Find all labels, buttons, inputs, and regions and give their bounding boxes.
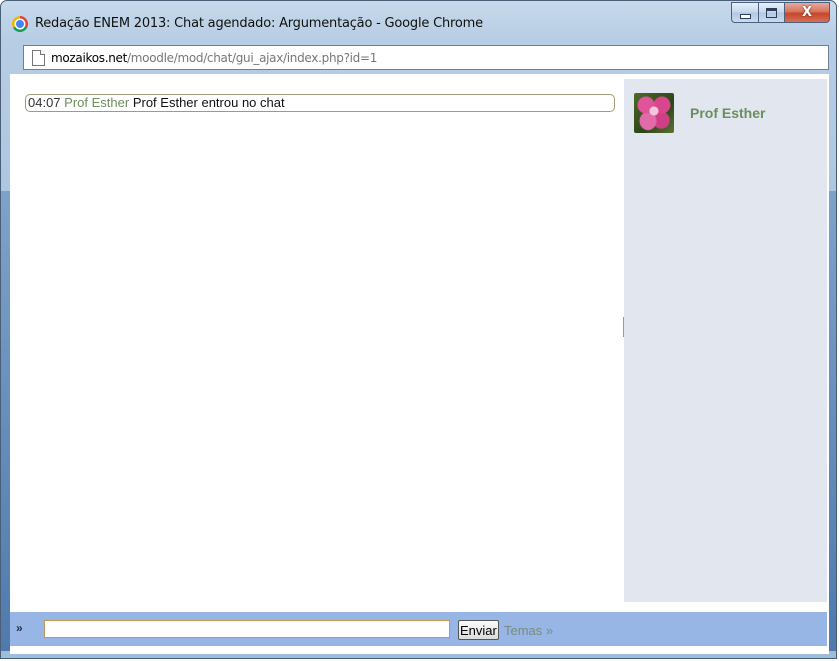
- url-host: mozaikos.net: [51, 51, 128, 65]
- close-icon: X: [801, 5, 813, 20]
- input-prefix-icon: »: [16, 621, 23, 635]
- minimize-icon: [739, 13, 751, 19]
- url-path: /moodle/mod/chat/gui_ajax/index.php?id=1: [127, 51, 378, 65]
- message-input[interactable]: [44, 620, 450, 638]
- close-button[interactable]: X: [784, 2, 830, 23]
- users-panel: Prof Esther: [624, 79, 827, 602]
- user-list-item[interactable]: Prof Esther: [634, 93, 765, 133]
- chat-content: 04:07 Prof Esther Prof Esther entrou no …: [10, 74, 829, 654]
- message-user[interactable]: Prof Esther: [64, 95, 129, 110]
- minimize-button[interactable]: [731, 2, 758, 23]
- browser-window: Redação ENEM 2013: Chat agendado: Argume…: [0, 0, 837, 659]
- window-controls: X: [731, 2, 830, 23]
- window-title: Redação ENEM 2013: Chat agendado: Argume…: [35, 16, 483, 31]
- maximize-icon: [766, 7, 777, 18]
- window-border-left: [1, 191, 10, 651]
- chrome-logo-icon: [12, 16, 28, 32]
- page-icon: [32, 50, 45, 66]
- avatar[interactable]: [634, 93, 674, 133]
- maximize-button[interactable]: [758, 2, 784, 23]
- message-text: Prof Esther entrou no chat: [132, 95, 285, 110]
- themes-link[interactable]: Temas »: [504, 623, 553, 638]
- title-bar[interactable]: Redação ENEM 2013: Chat agendado: Argume…: [1, 1, 838, 45]
- user-name[interactable]: Prof Esther: [690, 105, 765, 121]
- url-text[interactable]: mozaikos.net/moodle/mod/chat/gui_ajax/in…: [51, 51, 377, 65]
- address-bar[interactable]: mozaikos.net/moodle/mod/chat/gui_ajax/in…: [23, 45, 829, 70]
- chat-message: 04:07 Prof Esther Prof Esther entrou no …: [25, 94, 615, 112]
- messages-panel[interactable]: 04:07 Prof Esther Prof Esther entrou no …: [10, 74, 621, 602]
- message-time: 04:07: [28, 95, 61, 110]
- send-button[interactable]: Enviar: [458, 620, 499, 640]
